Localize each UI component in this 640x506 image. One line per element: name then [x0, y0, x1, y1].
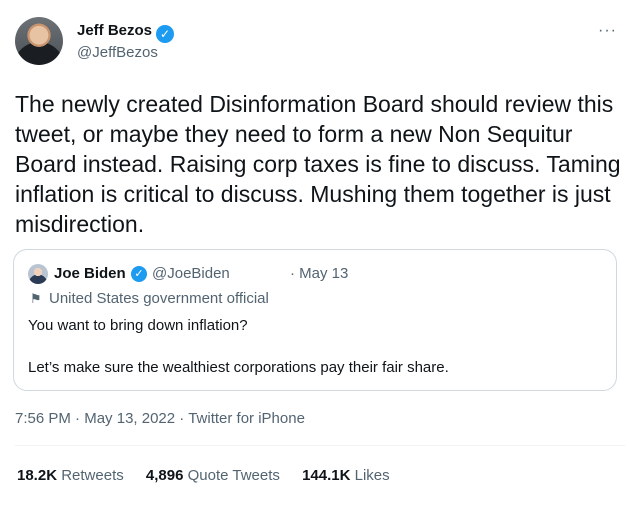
engagement-stats: 18.2K Retweets 4,896 Quote Tweets 144.1K…	[17, 467, 408, 484]
quoted-author-avatar[interactable]	[28, 264, 48, 284]
quote-tweets-stat[interactable]: 4,896 Quote Tweets	[146, 467, 280, 484]
tweet-text: The newly created Disinformation Board s…	[15, 91, 621, 237]
meta-separator: ·	[175, 410, 189, 427]
tweet-time[interactable]: 7:56 PM	[15, 410, 71, 427]
author-name-text[interactable]: Jeff Bezos	[77, 22, 152, 39]
quoted-author-handle[interactable]: @JoeBiden	[152, 265, 230, 282]
tweet-card: Jeff Bezos ✓ @JeffBezos ··· The newly cre…	[0, 0, 640, 506]
likes-stat[interactable]: 144.1K Likes	[302, 467, 390, 484]
retweets-count: 18.2K	[17, 467, 58, 484]
tweet-metadata: 7:56 PM · May 13, 2022 · Twitter for iPh…	[15, 410, 305, 427]
author-handle[interactable]: @JeffBezos	[77, 44, 158, 61]
retweets-label: Retweets	[61, 467, 124, 484]
more-options-icon[interactable]: ···	[598, 22, 617, 40]
quoted-tweet-text-line1: You want to bring down inflation?	[28, 317, 248, 334]
quoted-tweet-text-line2: Let’s make sure the wealthiest corporati…	[28, 359, 449, 376]
likes-label: Likes	[354, 467, 390, 484]
quoted-tweet-date[interactable]: · May 13	[290, 265, 348, 282]
retweets-stat[interactable]: 18.2K Retweets	[17, 467, 124, 484]
quoted-tweet[interactable]: Joe Biden ✓ @JoeBiden · May 13 ⚑ United …	[13, 249, 617, 391]
tweet-source[interactable]: Twitter for iPhone	[188, 410, 305, 427]
divider	[15, 445, 625, 446]
quoted-verified-badge-icon: ✓	[131, 266, 147, 282]
quote-tweets-label: Quote Tweets	[187, 467, 280, 484]
tweet-date[interactable]: May 13, 2022	[84, 410, 175, 427]
verified-badge-icon: ✓	[156, 25, 175, 43]
government-label[interactable]: United States government official	[49, 290, 269, 307]
quote-tweets-count: 4,896	[145, 467, 184, 484]
flag-icon: ⚑	[30, 291, 42, 306]
meta-separator: ·	[70, 410, 85, 427]
author-name[interactable]: Jeff Bezos ✓	[77, 22, 175, 43]
likes-count: 144.1K	[302, 467, 351, 484]
quoted-author-name[interactable]: Joe Biden	[54, 265, 126, 282]
author-avatar[interactable]	[15, 17, 63, 65]
